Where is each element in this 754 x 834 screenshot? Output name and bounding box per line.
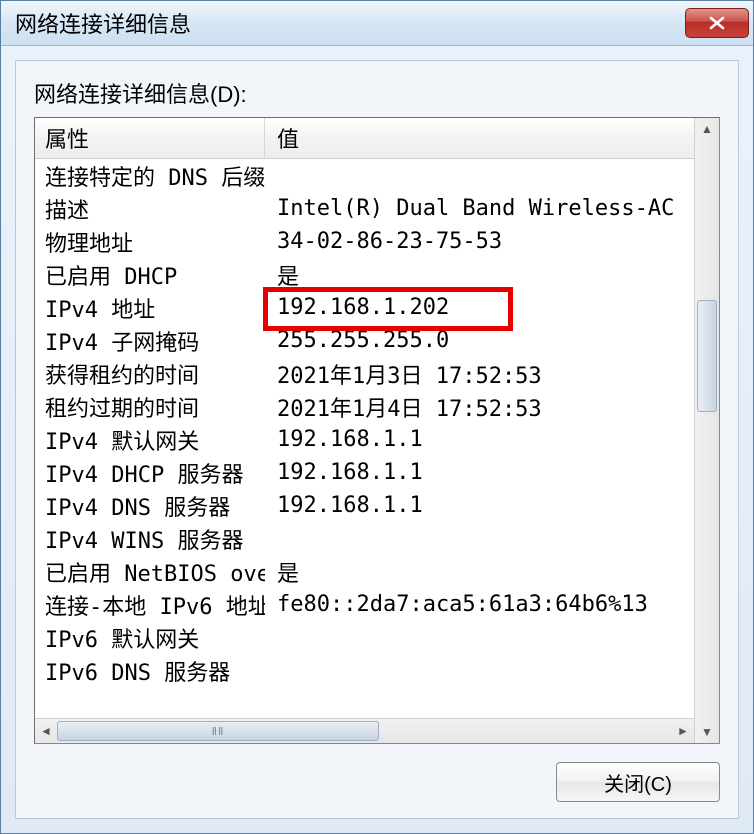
button-row: 关闭(C) [34,744,720,802]
property-cell: IPv6 默认网关 [35,622,265,654]
list-item[interactable]: 连接特定的 DNS 后缀 [35,159,694,192]
value-cell: 2021年1月4日 17:52:53 [265,391,694,423]
value-cell: 192.168.1.1 [265,493,694,518]
value-cell: Intel(R) Dual Band Wireless-AC [265,196,694,221]
list-item[interactable]: IPv4 DNS 服务器192.168.1.1 [35,489,694,522]
vscroll-thumb[interactable] [697,300,717,412]
vscroll-track[interactable] [695,140,719,721]
value-cell: 192.168.1.1 [265,427,694,452]
list-item[interactable]: IPv4 WINS 服务器 [35,522,694,555]
scroll-up-arrow-icon[interactable]: ▲ [696,118,718,140]
list-item[interactable]: 租约过期的时间2021年1月4日 17:52:53 [35,390,694,423]
hscroll-track[interactable]: ⅡⅡ [57,719,672,743]
header-value[interactable]: 值 [265,118,694,158]
vertical-scrollbar[interactable]: ▲ ▼ [694,118,719,743]
close-icon [708,16,726,30]
property-cell: 连接-本地 IPv6 地址 [35,589,265,621]
value-cell: 是 [265,259,694,291]
scroll-down-arrow-icon[interactable]: ▼ [696,721,718,743]
scroll-right-arrow-icon[interactable]: ► [672,720,694,742]
titlebar[interactable]: 网络连接详细信息 [1,1,753,46]
hscroll-thumb[interactable]: ⅡⅡ [57,721,379,741]
close-button[interactable]: 关闭(C) [556,762,720,802]
details-label: 网络连接详细信息(D): [34,77,720,109]
value-cell: 255.255.255.0 [265,328,694,353]
value-cell: fe80::2da7:aca5:61a3:64b6%13 [265,592,694,617]
window-title: 网络连接详细信息 [15,7,191,39]
value-cell: 192.168.1.1 [265,460,694,485]
header-property[interactable]: 属性 [35,118,265,158]
horizontal-scrollbar[interactable]: ◄ ⅡⅡ ► [35,718,694,743]
property-cell: IPv4 WINS 服务器 [35,523,265,555]
property-cell: 已启用 DHCP [35,259,265,291]
property-cell: 已启用 NetBIOS ove... [35,556,265,588]
list-item[interactable]: IPv6 DNS 服务器 [35,654,694,687]
scroll-left-arrow-icon[interactable]: ◄ [35,720,57,742]
value-cell: 是 [265,556,694,588]
list-header: 属性 值 [35,118,694,159]
list-item[interactable]: 已启用 DHCP是 [35,258,694,291]
list-content: 属性 值 连接特定的 DNS 后缀描述Intel(R) Dual Band Wi… [35,118,694,743]
list-item[interactable]: 获得租约的时间2021年1月3日 17:52:53 [35,357,694,390]
list-item[interactable]: 描述Intel(R) Dual Band Wireless-AC [35,192,694,225]
list-rows: 连接特定的 DNS 后缀描述Intel(R) Dual Band Wireles… [35,159,694,718]
property-cell: IPv4 DHCP 服务器 [35,457,265,489]
value-cell: 192.168.1.202 [265,295,694,320]
dialog-body: 网络连接详细信息(D): 属性 值 连接特定的 DNS 后缀描述Intel(R)… [15,60,739,819]
property-cell: IPv4 默认网关 [35,424,265,456]
list-item[interactable]: IPv4 地址192.168.1.202 [35,291,694,324]
value-cell: 34-02-86-23-75-53 [265,229,694,254]
property-cell: IPv4 DNS 服务器 [35,490,265,522]
property-cell: IPv4 子网掩码 [35,325,265,357]
list-item[interactable]: IPv4 DHCP 服务器192.168.1.1 [35,456,694,489]
list-item[interactable]: IPv6 默认网关 [35,621,694,654]
dialog-window: 网络连接详细信息 网络连接详细信息(D): 属性 值 连接特定的 DNS 后缀描… [0,0,754,834]
list-item[interactable]: 已启用 NetBIOS ove...是 [35,555,694,588]
list-item[interactable]: 连接-本地 IPv6 地址fe80::2da7:aca5:61a3:64b6%1… [35,588,694,621]
list-item[interactable]: 物理地址34-02-86-23-75-53 [35,225,694,258]
property-cell: 租约过期的时间 [35,391,265,423]
property-cell: 物理地址 [35,226,265,258]
property-cell: 描述 [35,193,265,225]
property-cell: 获得租约的时间 [35,358,265,390]
window-close-button[interactable] [685,8,749,38]
property-cell: IPv6 DNS 服务器 [35,655,265,687]
list-item[interactable]: IPv4 默认网关192.168.1.1 [35,423,694,456]
details-list: 属性 值 连接特定的 DNS 后缀描述Intel(R) Dual Band Wi… [34,117,720,744]
property-cell: 连接特定的 DNS 后缀 [35,160,265,192]
value-cell: 2021年1月3日 17:52:53 [265,358,694,390]
list-item[interactable]: IPv4 子网掩码255.255.255.0 [35,324,694,357]
property-cell: IPv4 地址 [35,292,265,324]
